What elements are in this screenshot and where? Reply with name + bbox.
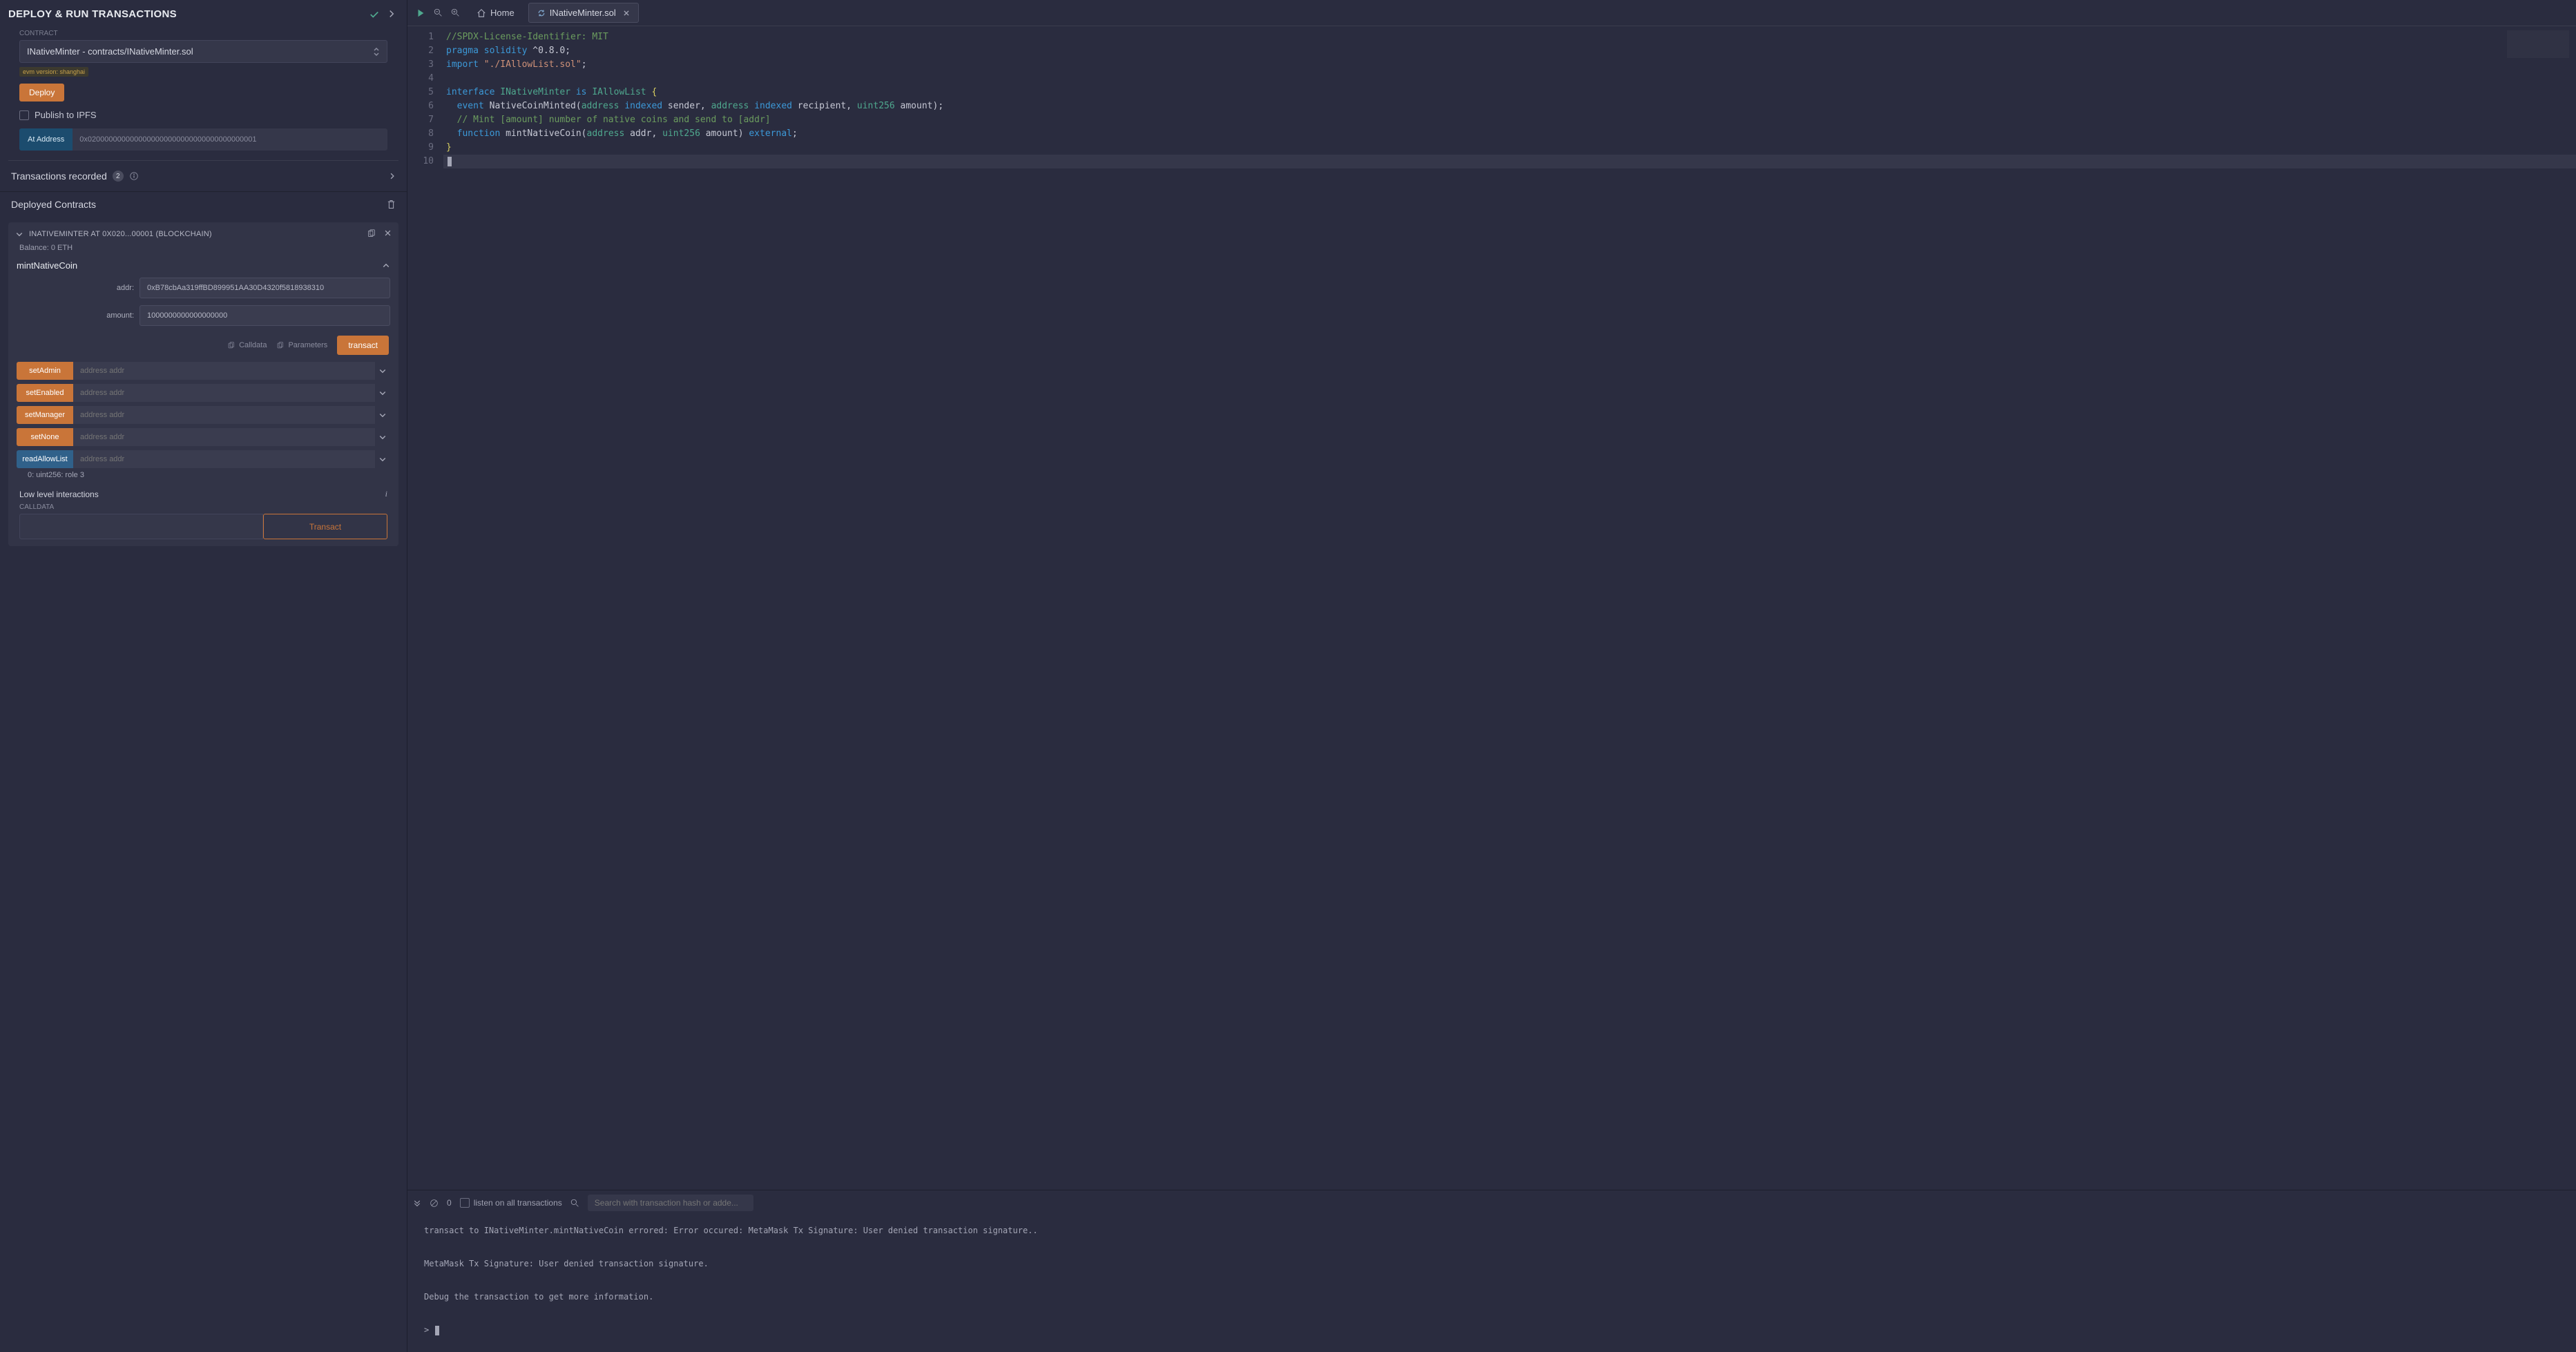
home-icon xyxy=(477,8,486,18)
panel-title: DEPLOY & RUN TRANSACTIONS xyxy=(8,8,177,20)
updown-icon xyxy=(373,47,380,57)
readallowlist-output: 0: uint256: role 3 xyxy=(8,468,398,479)
info-icon[interactable]: i xyxy=(385,489,387,499)
trash-icon[interactable] xyxy=(387,200,396,209)
calldata-input[interactable] xyxy=(19,514,263,539)
tab-bar: Home INativeMinter.sol xyxy=(407,0,2576,26)
lowlevel-title: Low level interactions xyxy=(19,490,99,499)
chevron-right-icon xyxy=(389,173,396,180)
readallowlist-button[interactable]: readAllowList xyxy=(17,450,73,468)
zoom-out-icon[interactable] xyxy=(434,8,443,18)
setnone-input[interactable] xyxy=(73,428,375,446)
transactions-recorded-header[interactable]: Transactions recorded 2 xyxy=(0,161,407,192)
deployed-contracts-title: Deployed Contracts xyxy=(11,199,96,210)
info-icon[interactable] xyxy=(129,171,139,181)
transact-button[interactable]: transact xyxy=(337,336,389,355)
editor-panel: Home INativeMinter.sol 12345678910 //SPD… xyxy=(407,0,2576,1352)
pending-tx-count: 0 xyxy=(447,1198,452,1208)
terminal-output[interactable]: transact to INativeMinter.mintNativeCoin… xyxy=(407,1215,2576,1352)
addr-param-input[interactable] xyxy=(140,278,390,298)
tab-label: INativeMinter.sol xyxy=(550,8,616,18)
close-tab-icon[interactable] xyxy=(623,10,630,17)
lowlevel-transact-button[interactable]: Transact xyxy=(263,514,387,539)
tx-recorded-count: 2 xyxy=(113,171,124,182)
setmanager-input[interactable] xyxy=(73,406,375,424)
deployed-contract-name: INATIVEMINTER AT 0X020...00001 (BLOCKCHA… xyxy=(29,230,212,238)
setenabled-input[interactable] xyxy=(73,384,375,402)
file-sync-icon xyxy=(537,9,546,17)
function-name: mintNativeCoin xyxy=(17,260,77,271)
contract-selected-value: INativeMinter - contracts/INativeMinter.… xyxy=(27,46,193,57)
chevron-down-icon[interactable] xyxy=(375,384,390,402)
listen-checkbox[interactable] xyxy=(460,1198,470,1208)
function-row-setenabled: setEnabled xyxy=(17,384,390,402)
function-row-setnone: setNone xyxy=(17,428,390,446)
setmanager-button[interactable]: setManager xyxy=(17,406,73,424)
clear-icon[interactable] xyxy=(430,1199,439,1208)
setnone-button[interactable]: setNone xyxy=(17,428,73,446)
contract-label: CONTRACT xyxy=(19,30,387,37)
close-icon[interactable] xyxy=(384,229,392,238)
line-numbers: 12345678910 xyxy=(407,26,443,1190)
amount-param-input[interactable] xyxy=(140,305,390,326)
at-address-button[interactable]: At Address xyxy=(19,128,73,151)
setadmin-input[interactable] xyxy=(73,362,375,380)
tx-recorded-title: Transactions recorded xyxy=(11,171,107,182)
function-row-setadmin: setAdmin xyxy=(17,362,390,380)
check-icon[interactable] xyxy=(369,10,379,19)
contract-select[interactable]: INativeMinter - contracts/INativeMinter.… xyxy=(19,40,387,63)
publish-ipfs-checkbox[interactable] xyxy=(19,110,29,120)
publish-ipfs-label: Publish to IPFS xyxy=(35,110,97,120)
minimap[interactable] xyxy=(2507,30,2569,58)
mintnativecoin-header[interactable]: mintNativeCoin xyxy=(17,260,390,271)
readallowlist-input[interactable] xyxy=(73,450,375,468)
search-icon[interactable] xyxy=(570,1199,579,1208)
chevron-up-icon xyxy=(382,262,390,270)
function-row-setmanager: setManager xyxy=(17,406,390,424)
chevron-right-icon[interactable] xyxy=(387,10,396,19)
setadmin-button[interactable]: setAdmin xyxy=(17,362,73,380)
tab-inativeminter[interactable]: INativeMinter.sol xyxy=(528,3,639,23)
at-address-input[interactable] xyxy=(73,128,387,151)
parameters-button[interactable]: Parameters xyxy=(276,341,327,349)
terminal-toolbar: 0 listen on all transactions xyxy=(407,1190,2576,1215)
addr-param-label: addr: xyxy=(17,284,134,292)
amount-param-label: amount: xyxy=(17,311,134,320)
function-row-readallowlist: readAllowList xyxy=(17,450,390,468)
tab-home[interactable]: Home xyxy=(468,3,523,22)
chevron-down-icon[interactable] xyxy=(375,450,390,468)
deployed-contract-item: INATIVEMINTER AT 0X020...00001 (BLOCKCHA… xyxy=(8,222,398,546)
calldata-label: CALLDATA xyxy=(19,503,387,511)
chevron-down-icon[interactable] xyxy=(375,428,390,446)
deploy-button[interactable]: Deploy xyxy=(19,84,64,102)
zoom-in-icon[interactable] xyxy=(451,8,460,18)
code-editor[interactable]: //SPDX-License-Identifier: MITpragma sol… xyxy=(443,26,2576,1190)
chevron-down-icon[interactable] xyxy=(15,230,23,238)
expand-down-icon[interactable] xyxy=(413,1199,421,1207)
play-icon[interactable] xyxy=(416,8,425,18)
chevron-down-icon[interactable] xyxy=(375,406,390,424)
copy-icon[interactable] xyxy=(367,229,376,238)
deploy-run-panel: DEPLOY & RUN TRANSACTIONS CONTRACT INati… xyxy=(0,0,407,1352)
setenabled-button[interactable]: setEnabled xyxy=(17,384,73,402)
chevron-down-icon[interactable] xyxy=(375,362,390,380)
contract-balance: Balance: 0 ETH xyxy=(8,242,398,258)
evm-version-badge: evm version: shanghai xyxy=(19,67,88,77)
terminal-search-input[interactable] xyxy=(588,1195,753,1211)
calldata-button[interactable]: Calldata xyxy=(227,341,267,349)
